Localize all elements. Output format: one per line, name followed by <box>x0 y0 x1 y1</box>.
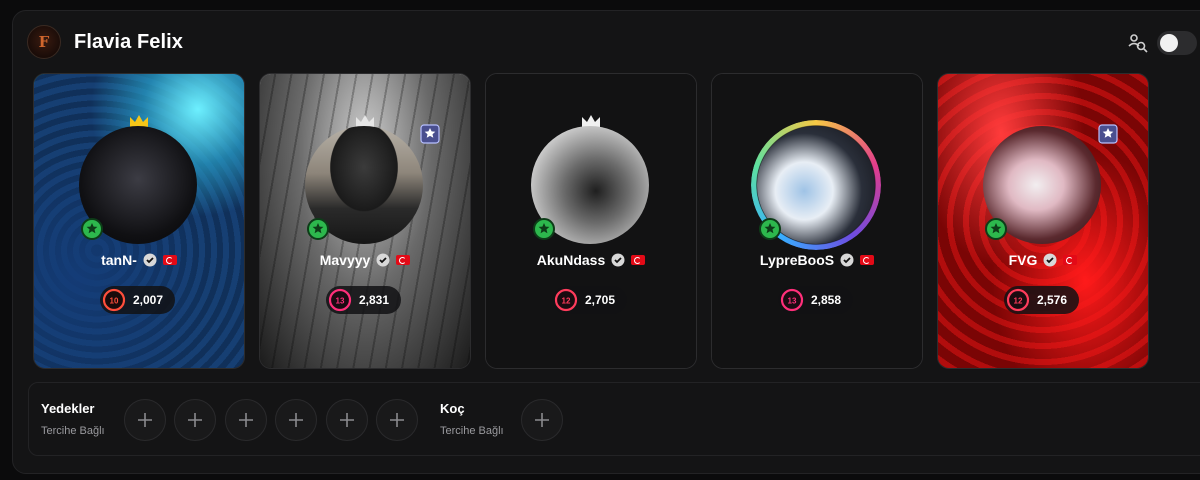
online-status-icon <box>985 218 1007 240</box>
plus-icon <box>289 413 303 427</box>
elo-value: 2,858 <box>811 293 842 307</box>
coach-caption: Tercihe Bağlı <box>440 425 504 437</box>
elo-badge: 12 2,705 <box>552 286 628 314</box>
team-logo-icon[interactable]: F <box>27 25 61 59</box>
plus-icon <box>340 413 354 427</box>
add-substitute-button[interactable] <box>124 399 166 441</box>
online-status-icon <box>759 218 781 240</box>
substitutes-caption: Tercihe Bağlı <box>41 425 105 437</box>
level-number: 12 <box>562 297 571 306</box>
player-name-row: tanN- <box>34 252 244 268</box>
user-search-icon[interactable] <box>1127 32 1149 54</box>
player-card[interactable]: tanN- 10 2,007 <box>33 73 245 369</box>
elo-value: 2,831 <box>359 293 390 307</box>
level-13-icon: 13 <box>780 288 804 312</box>
level-13-icon: 13 <box>328 288 352 312</box>
add-substitute-button[interactable] <box>225 399 267 441</box>
elo-value: 2,007 <box>133 293 164 307</box>
player-card[interactable]: AkuNdass 12 2,705 <box>485 73 697 369</box>
turkey-flag-icon <box>1063 255 1078 265</box>
verified-icon <box>611 253 625 267</box>
verified-icon <box>1043 253 1057 267</box>
plus-icon <box>239 413 253 427</box>
online-status-icon <box>307 218 329 240</box>
elo-badge: 10 2,007 <box>100 286 176 314</box>
add-coach-button[interactable] <box>521 399 563 441</box>
turkey-flag-icon <box>162 255 177 265</box>
online-status-icon <box>533 218 555 240</box>
add-substitute-button[interactable] <box>326 399 368 441</box>
add-substitute-button[interactable] <box>275 399 317 441</box>
player-card[interactable]: LypreBooS 13 2,858 <box>711 73 923 369</box>
elo-badge: 13 2,858 <box>778 286 854 314</box>
player-name[interactable]: Mavyyy <box>320 252 371 268</box>
turkey-flag-icon <box>631 255 646 265</box>
team-header: F Flavia Felix <box>27 25 183 59</box>
player-name-row: Mavyyy <box>260 252 470 268</box>
player-name-row: AkuNdass <box>486 252 696 268</box>
elo-value: 2,705 <box>585 293 616 307</box>
elo-badge: 13 2,831 <box>326 286 402 314</box>
header-controls <box>1127 31 1197 55</box>
online-status-icon <box>81 218 103 240</box>
add-substitute-button[interactable] <box>376 399 418 441</box>
level-number: 12 <box>1014 297 1023 306</box>
level-12-icon: 12 <box>554 288 578 312</box>
level-10-icon: 10 <box>102 288 126 312</box>
player-name[interactable]: FVG <box>1009 252 1038 268</box>
level-number: 13 <box>788 297 797 306</box>
plus-icon <box>188 413 202 427</box>
player-name[interactable]: tanN- <box>101 252 137 268</box>
add-substitute-button[interactable] <box>174 399 216 441</box>
coach-title: Koç <box>440 401 465 416</box>
player-name[interactable]: LypreBooS <box>760 252 834 268</box>
visibility-toggle[interactable] <box>1157 31 1197 55</box>
level-number: 10 <box>110 297 119 306</box>
toggle-knob <box>1160 34 1178 52</box>
turkey-flag-icon <box>860 255 875 265</box>
turkey-flag-icon <box>396 255 411 265</box>
team-name: Flavia Felix <box>74 30 184 53</box>
plus-icon <box>535 413 549 427</box>
plus-icon <box>138 413 152 427</box>
level-number: 13 <box>336 297 345 306</box>
substitutes-title: Yedekler <box>41 401 95 416</box>
player-cards: tanN- 10 2,007 Mavyyy 13 2,831 AkuNdass … <box>33 73 1153 369</box>
player-card[interactable]: FVG 12 2,576 <box>937 73 1149 369</box>
elo-badge: 12 2,576 <box>1004 286 1080 314</box>
elo-value: 2,576 <box>1037 293 1068 307</box>
player-name-row: FVG <box>938 252 1148 268</box>
plus-icon <box>390 413 404 427</box>
player-name-row: LypreBooS <box>712 252 922 268</box>
verified-icon <box>376 253 390 267</box>
rank-star-badge-icon <box>1098 124 1118 144</box>
substitutes-panel: Yedekler Tercihe Bağlı Koç Tercihe Bağlı <box>28 382 1200 456</box>
level-12-icon: 12 <box>1006 288 1030 312</box>
verified-icon <box>143 253 157 267</box>
rank-star-badge-icon <box>420 124 440 144</box>
player-card[interactable]: Mavyyy 13 2,831 <box>259 73 471 369</box>
verified-icon <box>840 253 854 267</box>
player-name[interactable]: AkuNdass <box>537 252 605 268</box>
